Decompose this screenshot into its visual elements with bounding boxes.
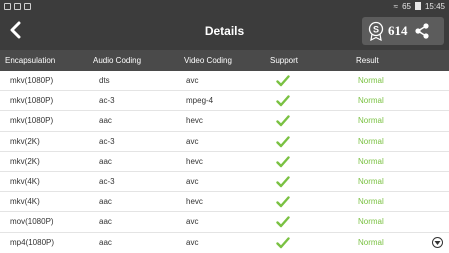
checkmark-icon [276,176,290,188]
column-header-result: Result [356,56,379,65]
notification-icons [4,2,31,10]
checkmark-icon [276,95,290,107]
cell-encapsulation: mkv(1080P) [10,116,54,126]
scroll-down-button[interactable] [432,237,443,248]
notification-icon [14,2,21,10]
chevron-down-circle-icon [434,240,441,245]
cell-encapsulation: mkv(2K) [10,156,40,166]
cell-video-coding: hevc [186,116,203,126]
checkmark-icon [276,196,290,208]
checkmark-icon [276,236,290,249]
cell-video-coding: avc [186,177,199,186]
battery-icon [414,2,421,10]
checkmark-icon [276,115,290,127]
notification-icon [24,2,31,10]
back-arrow-icon [10,21,21,39]
cell-video-coding: hevc [186,197,203,207]
cell-audio-coding: ac-3 [99,177,115,186]
cell-result: Normal [358,197,384,207]
column-header-encapsulation: Encapsulation [5,56,56,65]
wifi-icon: ≈ [393,1,399,11]
cell-video-coding: avc [186,76,199,85]
cell-audio-coding: aac [99,116,112,126]
cell-result: Normal [358,116,384,126]
cell-result: Normal [358,156,384,166]
cell-result: Normal [358,76,384,85]
cell-encapsulation: mkv(1080P) [10,96,54,106]
table-row: mkv(1080P) dts avc Normal [0,71,449,92]
notification-icon [4,2,11,10]
cell-encapsulation: mkv(2K) [10,136,40,146]
share-icon [414,23,429,39]
table-row: mov(1080P) aac avc Normal [0,212,449,233]
table-row: mkv(4K) aac hevc Normal [0,192,449,213]
column-header-video-coding: Video Coding [184,56,232,65]
cell-result: Normal [358,136,384,146]
clock: 15:45 [424,1,445,11]
table-row: mkv(1080P) ac-3 mpeg-4 Normal [0,91,449,112]
score-value: 614 [388,23,408,38]
cell-audio-coding: ac-3 [99,136,115,146]
cell-result: Normal [358,217,384,227]
checkmark-icon [276,135,290,148]
table-header: Encapsulation Audio Coding Video Coding … [0,50,449,71]
cell-audio-coding: aac [99,237,112,247]
system-status: ≈ 65 15:45 [394,2,445,11]
back-button[interactable] [4,17,26,43]
table-row: mkv(2K) aac hevc Normal [0,152,449,172]
checkmark-icon [276,216,290,228]
cell-audio-coding: dts [99,76,110,85]
cell-result: Normal [358,96,384,106]
table-row: mkv(2K) ac-3 avc Normal [0,132,449,152]
cell-video-coding: hevc [186,156,203,166]
award-badge-icon: S [368,21,384,41]
table-row: mp4(1080P) aac avc Normal [0,233,449,253]
cell-encapsulation: mkv(1080P) [10,76,54,85]
cell-audio-coding: aac [99,217,112,227]
cell-result: Normal [358,237,384,247]
svg-text:S: S [373,25,379,35]
column-header-audio-coding: Audio Coding [93,56,142,65]
cell-encapsulation: mkv(4K) [10,177,40,186]
checkmark-icon [276,75,290,87]
cell-audio-coding: aac [99,156,112,166]
cell-video-coding: avc [186,237,199,247]
cell-video-coding: avc [186,217,199,227]
cell-audio-coding: aac [99,197,112,207]
column-header-support: Support [270,56,299,65]
cell-audio-coding: ac-3 [99,96,115,106]
cell-encapsulation: mkv(4K) [10,197,40,207]
table-row: mkv(1080P) aac hevc Normal [0,111,449,132]
cell-encapsulation: mp4(1080P) [10,237,55,247]
cell-video-coding: mpeg-4 [186,96,214,106]
app-bar: Details S 614 [0,12,449,50]
score-panel: S 614 [362,17,444,45]
cell-encapsulation: mov(1080P) [10,217,54,227]
signal-value: 65 [402,1,411,11]
cell-result: Normal [358,177,384,186]
status-bar: ≈ 65 15:45 [0,0,449,12]
share-button[interactable] [414,23,430,39]
table-row: mkv(4K) ac-3 avc Normal [0,172,449,193]
checkmark-icon [276,156,290,168]
cell-video-coding: avc [186,136,199,146]
